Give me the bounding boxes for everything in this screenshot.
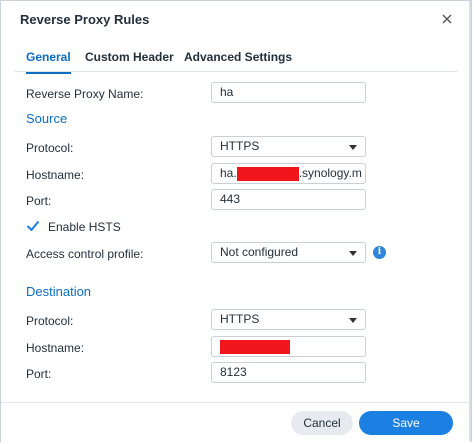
chevron-down-icon [349, 145, 357, 150]
destination-port-label: Port: [26, 367, 52, 381]
destination-heading: Destination [26, 284, 92, 299]
destination-port-value: 8123 [220, 365, 247, 379]
cancel-button[interactable]: Cancel [291, 411, 353, 435]
redaction-block [236, 166, 299, 181]
tab-advanced-settings[interactable]: Advanced Settings [184, 50, 292, 72]
reverse-proxy-dialog: Reverse Proxy Rules General Custom Heade… [0, 0, 472, 443]
redaction-block [220, 339, 290, 354]
proxy-name-input[interactable]: ha [211, 82, 366, 103]
source-protocol-label: Protocol: [26, 141, 74, 155]
source-protocol-select[interactable]: HTTPS [211, 136, 366, 157]
acl-label: Access control profile: [26, 247, 144, 261]
destination-hostname-input[interactable] [211, 336, 366, 357]
source-hostname-prefix: ha. [220, 166, 237, 180]
source-port-input[interactable]: 443 [211, 189, 366, 210]
source-port-label: Port: [26, 194, 52, 208]
source-heading: Source [26, 111, 68, 126]
save-button[interactable]: Save [359, 411, 453, 435]
tab-bar: General Custom Header Advanced Settings [15, 41, 457, 74]
info-icon[interactable]: i [373, 246, 386, 259]
close-icon [442, 14, 452, 24]
acl-profile-select[interactable]: Not configured [211, 242, 366, 263]
close-button[interactable] [437, 9, 457, 29]
chevron-down-icon [349, 251, 357, 256]
chevron-down-icon [349, 318, 357, 323]
checkmark-icon [27, 221, 39, 231]
source-port-value: 443 [220, 192, 241, 206]
tab-custom-header[interactable]: Custom Header [85, 50, 174, 72]
dialog-title: Reverse Proxy Rules [20, 12, 150, 27]
destination-protocol-select[interactable]: HTTPS [211, 309, 366, 330]
dialog-titlebar: Reverse Proxy Rules [1, 1, 471, 37]
proxy-name-value: ha [220, 85, 234, 99]
source-hostname-label: Hostname: [26, 168, 85, 182]
source-protocol-value: HTTPS [220, 139, 260, 153]
source-hostname-suffix: .synology.m [298, 166, 362, 180]
dialog-footer: Cancel Save [1, 402, 471, 443]
destination-protocol-label: Protocol: [26, 314, 74, 328]
destination-hostname-label: Hostname: [26, 341, 85, 355]
destination-port-input[interactable]: 8123 [211, 362, 366, 383]
hsts-label: Enable HSTS [48, 220, 121, 234]
proxy-name-label: Reverse Proxy Name: [26, 87, 144, 101]
scrollbar[interactable] [469, 1, 471, 441]
tab-general[interactable]: General [26, 50, 71, 74]
destination-protocol-value: HTTPS [220, 312, 260, 326]
source-hostname-input[interactable]: ha. .synology.m [211, 163, 366, 184]
hsts-checkbox[interactable] [26, 219, 40, 233]
acl-profile-value: Not configured [220, 245, 299, 259]
